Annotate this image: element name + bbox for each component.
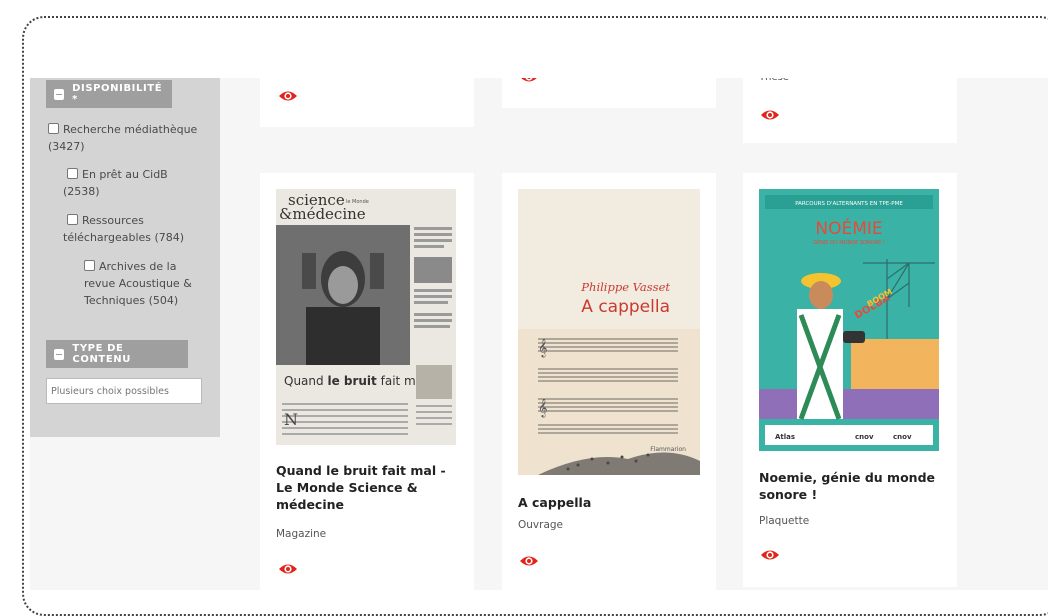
card-type: Ouvrage <box>518 519 564 531</box>
cover-image[interactable]: PARCOURS D'ALTERNANTS EN TPE-PME NOÉMIE … <box>759 189 939 451</box>
cover-image[interactable]: science le Monde &médecine Quand le brui… <box>276 189 456 445</box>
eye-icon[interactable] <box>760 108 780 122</box>
eye-icon[interactable] <box>519 554 539 568</box>
title-line: Quand le bruit fait mal - <box>276 463 446 478</box>
result-card-partial[interactable] <box>502 78 716 108</box>
facet-availability-toggle[interactable]: DISPONIBILITÉ * <box>46 80 172 108</box>
filter-label-cont: revue Acoustique & <box>84 277 192 290</box>
checkbox[interactable] <box>84 260 95 271</box>
results-area: DISPONIBILITÉ * Recherche médiathèque (3… <box>30 78 1048 590</box>
filter-option-mediatheque[interactable]: Recherche médiathèque <box>48 122 197 138</box>
checkbox[interactable] <box>67 168 78 179</box>
filter-label: Ressources <box>82 214 144 227</box>
facet-content-type-title: TYPE DE CONTENU <box>72 343 131 365</box>
cover-text: Flammarion <box>650 446 686 453</box>
cover-text: N <box>284 410 298 429</box>
filter-count: (2538) <box>63 185 100 198</box>
cover-text: Atlas <box>775 433 795 441</box>
filter-option-ressources[interactable]: Ressources <box>67 213 144 229</box>
eye-icon[interactable] <box>278 562 298 576</box>
card-type: Plaquette <box>759 515 810 527</box>
collapse-icon <box>54 88 65 100</box>
card-title[interactable]: A cappella <box>518 494 706 511</box>
checkbox[interactable] <box>67 214 78 225</box>
content-type-input[interactable] <box>46 378 202 404</box>
filter-option-en-pret[interactable]: En prêt au CidB <box>67 167 168 183</box>
checkbox[interactable] <box>48 123 59 134</box>
filter-option-archives[interactable]: Archives de la <box>84 259 176 275</box>
title-line: sonore ! <box>759 487 818 502</box>
result-card[interactable]: PARCOURS D'ALTERNANTS EN TPE-PME NOÉMIE … <box>743 173 957 587</box>
title-line: Noemie, génie du monde <box>759 470 935 485</box>
cover-text: 𝄞 <box>538 338 547 358</box>
eye-icon[interactable] <box>760 548 780 562</box>
filter-label: Archives de la <box>99 260 177 273</box>
cover-text: &médecine <box>279 205 366 223</box>
filter-label: En prêt au CidB <box>82 168 168 181</box>
card-title[interactable]: Noemie, génie du monde sonore ! <box>759 469 947 503</box>
facet-content-type-toggle[interactable]: TYPE DE CONTENU <box>46 340 188 368</box>
result-card-partial[interactable]: Thèse <box>743 78 957 143</box>
title-line: médecine <box>276 497 344 512</box>
cover-text: A cappella <box>581 297 670 317</box>
result-card-partial[interactable] <box>260 78 474 127</box>
filter-count: (3427) <box>48 140 85 153</box>
cover-text: PARCOURS D'ALTERNANTS EN TPE-PME <box>795 201 903 207</box>
cover-text: cnov <box>893 433 912 441</box>
result-card[interactable]: science le Monde &médecine Quand le brui… <box>260 173 474 590</box>
brochure-cover-art: PARCOURS D'ALTERNANTS EN TPE-PME NOÉMIE … <box>759 189 939 451</box>
newspaper-cover-art: science le Monde &médecine Quand le brui… <box>276 189 456 445</box>
cover-text: NOÉMIE <box>815 217 882 239</box>
cover-text: 𝄞 <box>538 398 547 418</box>
filter-label: Recherche médiathèque <box>63 123 198 136</box>
facet-availability-title: DISPONIBILITÉ * <box>72 83 163 105</box>
cover-text: Philippe Vasset <box>580 280 670 294</box>
book-cover-art: Philippe Vasset A cappella 𝄞 𝄞 Flammario… <box>518 189 700 475</box>
collapse-icon <box>54 348 65 360</box>
card-type: Magazine <box>276 528 327 540</box>
filter-label-cont: Techniques (504) <box>84 294 179 307</box>
cover-text: GÉNIE DU MONDE SONORE ! <box>813 238 885 246</box>
cover-text: cnov <box>855 433 874 441</box>
filter-label-cont: téléchargeables (784) <box>63 231 185 244</box>
cover-text: Quand le bruit fait mal <box>284 374 426 388</box>
title-line: Le Monde Science & <box>276 480 418 495</box>
eye-icon[interactable] <box>519 78 539 84</box>
eye-icon[interactable] <box>278 89 298 103</box>
result-card[interactable]: Philippe Vasset A cappella 𝄞 𝄞 Flammario… <box>502 173 716 590</box>
card-title[interactable]: Quand le bruit fait mal - Le Monde Scien… <box>276 462 464 513</box>
cover-image[interactable]: Philippe Vasset A cappella 𝄞 𝄞 Flammario… <box>518 189 700 475</box>
filter-sidebar: DISPONIBILITÉ * Recherche médiathèque (3… <box>30 78 220 437</box>
card-type: Thèse <box>759 78 789 83</box>
